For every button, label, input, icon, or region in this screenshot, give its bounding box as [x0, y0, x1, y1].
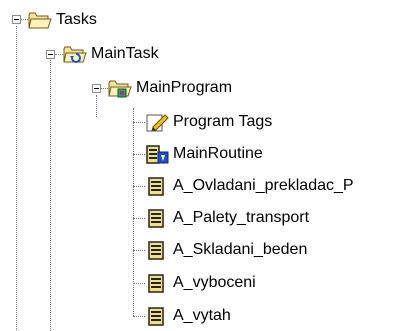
tree-node-mainprogram[interactable]: MainProgram [108, 76, 232, 100]
tree-node-label: A_vyboceni [173, 274, 256, 291]
tree-line [55, 54, 63, 55]
tree-line [133, 250, 145, 251]
routine-icon [145, 306, 169, 326]
tree-line [133, 316, 145, 317]
folder-icon [28, 10, 52, 30]
task-folder-icon [63, 44, 87, 64]
tree-node-routine-palety[interactable]: A_Palety_transport [145, 206, 309, 230]
tree-node-label: Tasks [56, 11, 97, 28]
routine-icon [145, 273, 169, 293]
tree-line [16, 26, 17, 331]
tree-node-routine-vytah[interactable]: A_vytah [145, 304, 231, 328]
tree-node-label: A_Ovladani_prekladac_P [173, 177, 354, 194]
routine-icon [145, 240, 169, 260]
tree-line [50, 60, 51, 331]
tree-line [133, 108, 134, 316]
tree-node-routine-ovladani[interactable]: A_Ovladani_prekladac_P [145, 174, 354, 198]
tree-node-mainroutine[interactable]: MainRoutine [145, 142, 263, 166]
tree-line [101, 88, 108, 89]
tree-line [133, 283, 145, 284]
routine-icon [145, 176, 169, 196]
tree-node-label: A_Palety_transport [173, 209, 310, 226]
tree-line [96, 95, 97, 117]
tree-node-routine-vyboceni[interactable]: A_vyboceni [145, 271, 256, 295]
tree-node-label: MainRoutine [173, 145, 263, 162]
routine-icon [145, 208, 169, 228]
tree-node-tasks[interactable]: Tasks [28, 8, 97, 32]
tree-node-maintask[interactable]: MainTask [63, 42, 159, 66]
program-folder-icon [108, 78, 132, 98]
collapse-tasks-icon[interactable] [12, 15, 21, 24]
tree-node-label: A_Skladani_beden [173, 241, 308, 258]
tree-node-routine-skladani[interactable]: A_Skladani_beden [145, 238, 307, 262]
tree-node-label: Program Tags [173, 113, 273, 130]
tree-node-label: A_vytah [173, 307, 231, 324]
tree-node-program-tags[interactable]: Program Tags [145, 110, 272, 134]
tree-line [133, 122, 145, 123]
tree-line [133, 154, 145, 155]
project-tree: Tasks MainTask MainProgram Program Tags … [0, 0, 410, 331]
program-tags-icon [145, 112, 169, 132]
tree-line [133, 186, 145, 187]
tree-node-label: MainTask [91, 45, 159, 62]
tree-line [133, 218, 145, 219]
main-routine-icon [145, 144, 169, 164]
collapse-mainprogram-icon[interactable] [92, 84, 101, 93]
tree-node-label: MainProgram [136, 79, 233, 96]
tree-line [21, 19, 28, 20]
collapse-maintask-icon[interactable] [46, 50, 55, 59]
